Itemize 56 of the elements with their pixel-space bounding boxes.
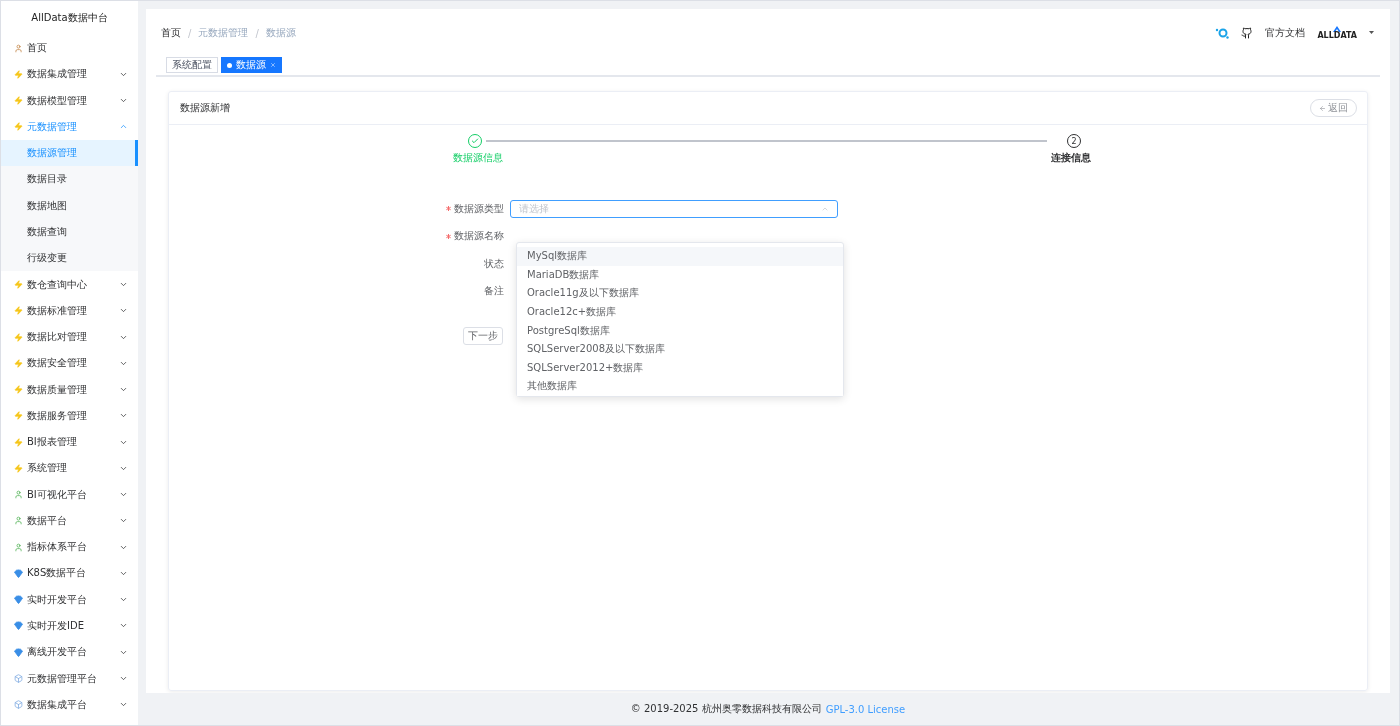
lightning-icon xyxy=(14,280,23,289)
breadcrumb-item[interactable]: 首页 xyxy=(161,26,181,40)
gear-icon[interactable] xyxy=(1215,27,1230,39)
breadcrumb-separator: / xyxy=(255,27,259,39)
sidebar-subitem[interactable]: 数据地图 xyxy=(1,192,138,219)
form-label: 数据源类型 xyxy=(454,201,504,216)
lightning-icon xyxy=(14,385,23,395)
lightning-icon xyxy=(14,411,23,421)
lightning-icon xyxy=(14,306,23,316)
step-label: 数据源信息 xyxy=(453,151,503,165)
lightning-icon xyxy=(14,358,23,368)
person-icon xyxy=(14,542,23,552)
copyright-text: © 2019-2025 杭州奥零数据科技有限公司 xyxy=(630,702,822,716)
logo[interactable]: ALLDATA xyxy=(1317,26,1357,40)
person-icon xyxy=(14,490,23,500)
step-number: 2 xyxy=(1071,136,1077,146)
sidebar-subitem[interactable]: 数据查询 xyxy=(1,218,138,246)
lightning-icon xyxy=(14,69,23,79)
person-icon xyxy=(14,43,23,53)
form-label: 状态 xyxy=(484,256,504,271)
gem-icon xyxy=(14,647,23,657)
lightning-icon xyxy=(14,96,23,106)
cube-icon xyxy=(14,700,23,710)
gem-icon xyxy=(14,595,23,605)
tab[interactable]: 系统配置 xyxy=(166,57,218,73)
sidebar-subitem[interactable]: 行级变更 xyxy=(1,245,138,272)
sidebar-subitem[interactable]: 数据目录 xyxy=(1,166,138,193)
logo-text: ALLDATA xyxy=(1317,32,1357,40)
logo-icon xyxy=(1333,26,1342,32)
form-label: 备注 xyxy=(484,284,504,299)
docs-link[interactable]: 官方文档 xyxy=(1265,26,1306,40)
caret-icon[interactable] xyxy=(1369,31,1374,35)
dropdown-option[interactable]: PostgreSql数据库 xyxy=(517,321,843,340)
breadcrumb-separator: / xyxy=(188,27,192,39)
gem-icon xyxy=(14,621,23,631)
tab-label: 数据源 xyxy=(236,58,266,72)
tab-label: 系统配置 xyxy=(172,58,212,72)
cube-icon xyxy=(14,674,23,683)
step-label: 连接信息 xyxy=(1051,151,1091,165)
gem-icon xyxy=(14,568,23,578)
card-title: 数据源新增 xyxy=(180,101,230,115)
lightning-icon xyxy=(14,332,23,342)
dot-icon xyxy=(227,62,232,68)
lightning-icon xyxy=(14,122,23,132)
lightning-icon xyxy=(14,437,23,447)
next-button[interactable]: 下一步 xyxy=(463,327,503,345)
dropdown-option[interactable]: 其他数据库 xyxy=(517,377,843,396)
tab[interactable]: 数据源 xyxy=(221,57,282,73)
dropdown-option[interactable]: MySql数据库 xyxy=(517,247,843,266)
dropdown-option[interactable]: Oracle11g及以下数据库 xyxy=(517,284,843,303)
person-icon xyxy=(14,516,23,526)
form-label: 数据源名称 xyxy=(454,229,504,244)
lightning-icon xyxy=(14,463,23,473)
arrow-left-icon xyxy=(1319,104,1326,112)
app-title: AllData数据中台 xyxy=(30,11,109,25)
github-icon[interactable] xyxy=(1241,27,1254,39)
